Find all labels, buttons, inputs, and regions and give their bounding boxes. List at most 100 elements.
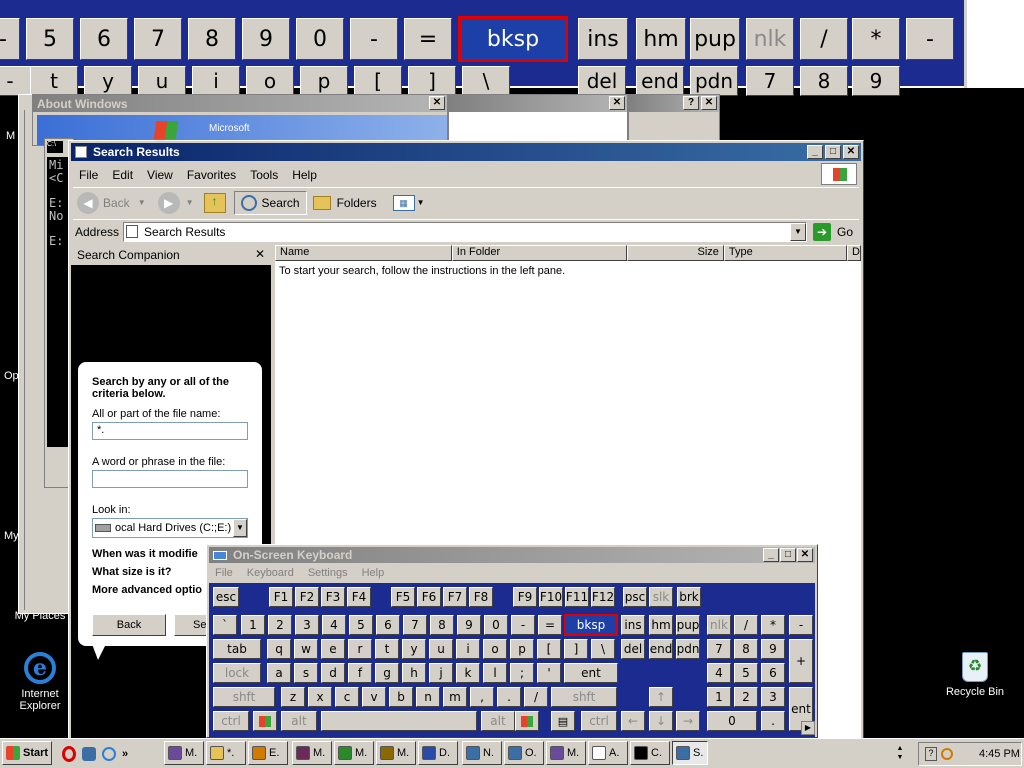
key-end[interactable]: end <box>636 66 684 96</box>
key-pup[interactable]: pup <box>676 615 700 635</box>
key-0[interactable]: 0 <box>296 18 344 60</box>
key-2[interactable]: 2 <box>734 687 758 707</box>
key-h[interactable]: h <box>402 663 426 683</box>
help-tray-icon[interactable]: ? <box>925 747 937 761</box>
osk-menu-help[interactable]: Help <box>362 567 385 583</box>
key-x[interactable]: - <box>0 18 20 60</box>
go-button[interactable]: ➔ Go <box>812 222 853 241</box>
col-d[interactable]: D <box>847 245 861 261</box>
key-x[interactable]: = <box>538 615 562 635</box>
address-dropdown-button[interactable]: ▼ <box>789 222 806 241</box>
key-x[interactable]: ] <box>408 66 456 96</box>
taskbar-item[interactable]: M. <box>164 741 204 765</box>
key-end[interactable]: end <box>649 639 673 659</box>
key-8[interactable]: 8 <box>800 66 848 96</box>
key-F4[interactable]: F4 <box>347 587 371 607</box>
key-9[interactable]: 9 <box>761 639 785 659</box>
key-j[interactable]: j <box>429 663 453 683</box>
key-x[interactable]: / <box>734 615 758 635</box>
opera-icon[interactable] <box>62 746 76 762</box>
key-x[interactable]: ; <box>510 663 534 683</box>
taskbar-item[interactable]: D. <box>418 741 458 765</box>
key-x[interactable]: - <box>0 66 34 96</box>
key-5[interactable]: 5 <box>26 18 74 60</box>
menu-favorites[interactable]: Favorites <box>187 168 236 182</box>
key-p[interactable]: p <box>510 639 534 659</box>
taskbar-item[interactable]: M. <box>334 741 374 765</box>
key-6[interactable]: 6 <box>761 663 785 683</box>
key-0[interactable]: 0 <box>707 711 757 731</box>
key-x[interactable]: ↑ <box>649 687 673 707</box>
key-6[interactable]: 6 <box>80 18 128 60</box>
key-e[interactable]: e <box>321 639 345 659</box>
help-icon[interactable]: ? <box>683 96 699 110</box>
outlook-icon[interactable] <box>82 747 96 761</box>
key-del[interactable]: del <box>578 66 626 96</box>
key-ins[interactable]: ins <box>621 615 645 635</box>
key-nlk[interactable]: nlk <box>707 615 731 635</box>
key-ins[interactable]: ins <box>578 18 628 60</box>
close-icon[interactable]: ✕ <box>701 96 717 110</box>
key-n[interactable]: n <box>416 687 440 707</box>
key-3[interactable]: 3 <box>295 615 319 635</box>
key-alt[interactable]: alt <box>281 711 317 731</box>
tray-scroll[interactable]: ▲ ▼ <box>892 744 908 764</box>
osk-menu-file[interactable]: File <box>215 567 233 583</box>
search-button[interactable]: Search <box>233 190 307 215</box>
key-7[interactable]: 7 <box>134 18 182 60</box>
menu-file[interactable]: File <box>79 168 98 182</box>
start-button[interactable]: Start <box>2 741 52 765</box>
key-hm[interactable]: hm <box>649 615 673 635</box>
key-r[interactable]: r <box>348 639 372 659</box>
key-x[interactable]: ↓ <box>649 711 673 731</box>
key-6[interactable]: 6 <box>376 615 400 635</box>
key-shft[interactable]: shft <box>551 687 617 707</box>
clock[interactable]: 4:45 PM <box>979 748 1020 760</box>
key-x[interactable]: [ <box>537 639 561 659</box>
key-F11[interactable]: F11 <box>565 587 589 607</box>
key-m[interactable]: m <box>443 687 467 707</box>
look-in-select[interactable]: ocal Hard Drives (C:;E:) ▼ <box>92 518 248 538</box>
key-y[interactable]: y <box>402 639 426 659</box>
key-x[interactable]: → <box>676 711 700 731</box>
key-ctrl[interactable]: ctrl <box>213 711 249 731</box>
col-in-folder[interactable]: In Folder <box>451 245 627 261</box>
key-F6[interactable]: F6 <box>417 587 441 607</box>
key-u[interactable]: u <box>429 639 453 659</box>
key-0[interactable]: 0 <box>484 615 508 635</box>
desktop-ie[interactable]: e Internet Explorer <box>10 652 70 712</box>
key-w[interactable]: w <box>294 639 318 659</box>
key-ent[interactable]: ent <box>564 663 618 683</box>
chevron-down-icon[interactable]: ▼ <box>138 198 146 207</box>
search-tray-icon[interactable] <box>941 748 953 760</box>
key-9[interactable]: 9 <box>457 615 481 635</box>
windows-key[interactable] <box>515 711 539 731</box>
taskbar-item[interactable]: O. <box>504 741 544 765</box>
osk-menu-settings[interactable]: Settings <box>308 567 348 583</box>
close-icon[interactable]: ✕ <box>843 145 859 159</box>
close-icon[interactable]: ✕ <box>429 96 445 110</box>
key-psc[interactable]: psc <box>623 587 647 607</box>
key-bksp[interactable]: bksp <box>564 614 618 636</box>
key-F1[interactable]: F1 <box>269 587 293 607</box>
key-2[interactable]: 2 <box>268 615 292 635</box>
key-c[interactable]: c <box>335 687 359 707</box>
taskbar-item[interactable]: M. <box>546 741 586 765</box>
key-esc[interactable]: esc <box>213 587 239 607</box>
back-button[interactable]: ◀ Back ▼ <box>77 191 146 214</box>
taskbar-item[interactable]: C. <box>630 741 670 765</box>
key-x[interactable]: ] <box>564 639 588 659</box>
chevron-down-icon[interactable]: ▼ <box>417 198 425 207</box>
key-x[interactable]: + <box>789 639 813 683</box>
key-del[interactable]: del <box>621 639 645 659</box>
key-x[interactable]: - <box>350 18 398 60</box>
key-F7[interactable]: F7 <box>443 587 467 607</box>
key-a[interactable]: a <box>267 663 291 683</box>
key-7[interactable]: 7 <box>403 615 427 635</box>
key-1[interactable]: 1 <box>707 687 731 707</box>
forward-button[interactable]: ▶ <box>157 191 180 214</box>
key-x[interactable]: = <box>404 18 452 60</box>
up-folder-icon[interactable]: ↑ <box>203 192 226 213</box>
chevron-down-icon[interactable]: ▼ <box>186 198 194 207</box>
key-u[interactable]: u <box>138 66 186 96</box>
